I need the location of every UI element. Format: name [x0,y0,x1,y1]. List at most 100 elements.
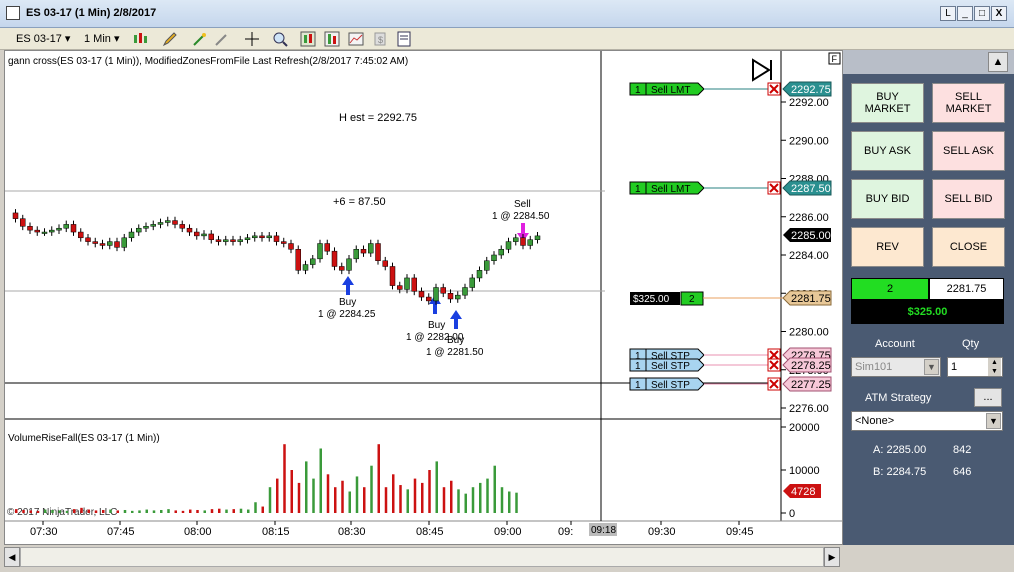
magic-wand-icon[interactable] [192,31,208,47]
qty-stepper[interactable]: 1 ▲ ▼ [947,357,1003,377]
volume-bar [36,510,40,513]
atm-options-button[interactable]: ... [974,388,1002,407]
chart-panel[interactable]: F gann cross(ES 03-17 (1 Min)), Modified… [4,50,843,545]
sell-market-button[interactable]: SELL MARKET [932,83,1005,123]
position-pnl-tag[interactable]: $325.00 [633,294,670,305]
qty-down-icon[interactable]: ▼ [988,367,1001,376]
volume-bar [297,482,301,513]
price-axis-tick: 2292.00 [789,97,829,109]
restore-tiles-button[interactable]: L [940,6,956,21]
price-axis-tick: 2280.00 [789,327,829,339]
candle-body [244,237,251,240]
scroll-right-icon[interactable]: ▶ [824,547,840,567]
time-axis-tick: 09:30 [648,526,676,538]
working-order-1[interactable]: 1 Sell LMT 2292.75 [629,81,832,97]
crosshair-icon[interactable] [244,31,260,47]
atm-strategy-select[interactable]: <None> ▼ [851,411,1003,431]
buy-market-button[interactable]: BUY MARKET [851,83,924,123]
minimize-button[interactable]: _ [957,6,973,21]
working-order-4[interactable]: 1 Sell STP 2278.25 [629,357,832,373]
time-axis-tick: 09:00 [494,526,522,538]
order-price-box: 2277.25 [791,379,831,391]
cancel-order-icon[interactable] [767,358,781,372]
volume-bar [15,509,18,513]
volume-bar [232,509,235,513]
qty-up-icon[interactable]: ▲ [988,358,1001,367]
volume-bar [44,509,47,513]
properties-icon[interactable] [300,31,316,47]
volume-bar [450,480,453,513]
order-qty: 1 [635,380,641,391]
volume-bar [131,510,134,513]
volume-bar [363,487,366,513]
pencil-icon[interactable] [162,31,178,47]
candle-body [165,220,171,223]
scroll-left-icon[interactable]: ◀ [4,547,20,567]
cancel-order-icon[interactable] [767,181,781,195]
zoom-icon[interactable] [272,31,288,47]
indicators-icon[interactable] [324,31,340,47]
candle-body [353,249,359,260]
ask-price-label: A: 2285.00 [873,444,927,456]
data-box-icon[interactable] [396,31,412,47]
candle-body [288,243,294,250]
chart-app-icon [6,6,20,20]
pointer-tool-icon[interactable] [214,31,230,47]
collapse-panel-icon[interactable]: ▲ [988,52,1008,72]
working-order-5[interactable]: 1 Sell STP 2277.25 [629,376,832,392]
window-title: ES 03-17 (1 Min) 2/8/2017 [26,7,157,19]
volume-bar [123,509,127,513]
volume-bar [406,489,409,513]
close-button[interactable]: X [991,6,1007,21]
candle-body [208,233,214,240]
volume-bar [94,510,98,513]
cancel-order-icon[interactable] [767,377,781,391]
interval-selector[interactable]: 1 Min ▾ [84,31,119,47]
candle-body [397,285,403,290]
candle-body [157,222,164,225]
skip-to-end-icon[interactable] [752,58,772,82]
candle-body [302,264,309,271]
horizontal-scrollbar[interactable]: ◀ ▶ [0,545,1014,572]
volume-bar [261,506,264,513]
account-select[interactable]: Sim101 ▼ [851,357,941,377]
candle-body [78,231,84,239]
cancel-order-icon[interactable] [767,82,781,96]
maximize-button[interactable]: □ [974,6,990,21]
order-price-box: 2278.25 [791,360,831,372]
candle-body [186,227,193,233]
reverse-button[interactable]: REV [851,227,924,267]
candle-body [317,243,323,260]
bar-type-icon[interactable] [132,31,148,47]
chevron-down-icon[interactable]: ▼ [986,413,1001,429]
volume-bar [305,461,308,513]
candle-body [92,241,98,244]
chart-corner-label[interactable]: F [832,54,838,64]
sell-execution-label: Sell [514,199,531,210]
scroll-track[interactable] [20,547,824,567]
volume-bar [493,465,496,513]
volume-bar [22,509,25,513]
strategies-icon[interactable] [348,31,364,47]
close-position-button[interactable]: CLOSE [932,227,1005,267]
title-bar: ES 03-17 (1 Min) 2/8/2017 L _ □ X [0,0,1014,28]
chevron-down-icon[interactable]: ▼ [924,359,939,375]
volume-bar [181,510,185,513]
candle-body [498,249,504,256]
buy-ask-button[interactable]: BUY ASK [851,131,924,171]
sell-ask-button[interactable]: SELL ASK [932,131,1005,171]
candle-body [411,277,417,292]
order-type-label: Sell LMT [651,184,690,195]
candle-body [85,237,91,242]
buy-bid-button[interactable]: BUY BID [851,179,924,219]
volume-bar [276,478,279,513]
instrument-selector[interactable]: ES 03-17 ▾ [16,31,70,47]
candle-body [49,229,55,233]
volume-bar [319,448,322,513]
price-chart[interactable]: F gann cross(ES 03-17 (1 Min)), Modified… [5,51,842,544]
working-order-2[interactable]: 1 Sell LMT 2287.50 [629,180,832,196]
sell-bid-button[interactable]: SELL BID [932,179,1005,219]
position-qty-tag[interactable]: 2 [689,294,695,305]
dollar-icon[interactable]: $ [372,31,388,47]
chart-trader-panel: ▲ BUY MARKET SELL MARKET BUY ASK SELL AS… [843,50,1014,545]
